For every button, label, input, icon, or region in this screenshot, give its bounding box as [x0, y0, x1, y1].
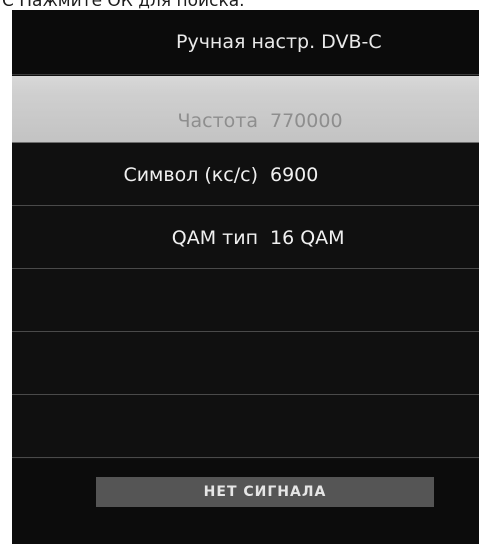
empty-row-1 — [12, 270, 479, 332]
menu-title: Ручная настр. DVB-C — [12, 10, 479, 75]
qam-type-value[interactable]: 16 QAM — [270, 207, 345, 269]
screen-frame: С Нажмите ОК для поиска. Ручная настр. D… — [0, 0, 489, 544]
empty-row-2 — [12, 333, 479, 395]
frequency-value[interactable]: 770000 — [270, 76, 343, 138]
search-hint: С Нажмите ОК для поиска. — [2, 0, 245, 10]
symbol-rate-value[interactable]: 6900 — [270, 144, 318, 206]
empty-row-3 — [12, 396, 479, 458]
symbol-rate-label: Символ (кс/с) — [123, 164, 258, 186]
frequency-row[interactable]: Частота 770000 — [12, 76, 479, 143]
no-signal-banner: НЕТ СИГНАЛА — [96, 477, 434, 507]
qam-type-row[interactable]: QAM тип 16 QAM — [12, 207, 479, 269]
frequency-label: Частота — [177, 110, 258, 132]
tv-menu-panel: Ручная настр. DVB-C Частота 770000 Симво… — [12, 10, 479, 544]
qam-type-label: QAM тип — [171, 227, 258, 249]
symbol-rate-row[interactable]: Символ (кс/с) 6900 — [12, 144, 479, 206]
